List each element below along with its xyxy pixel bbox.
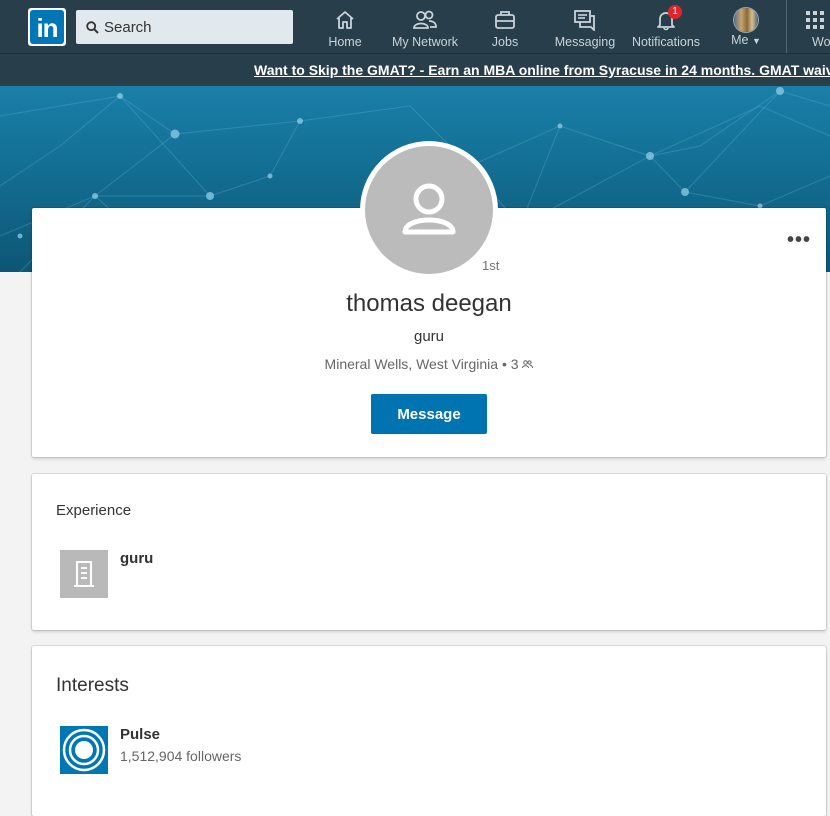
linkedin-logo[interactable]: in bbox=[30, 10, 64, 44]
grid-icon bbox=[806, 11, 824, 29]
nav-work-label: Wo bbox=[812, 35, 830, 49]
search-icon bbox=[86, 21, 99, 34]
top-nav: in Search Home My Network Jobs Messaging… bbox=[0, 0, 830, 53]
profile-location-line: Mineral Wells, West Virginia • 3 bbox=[32, 356, 826, 372]
pulse-icon bbox=[62, 728, 106, 772]
me-label-text: Me bbox=[731, 33, 749, 47]
nav-my-network[interactable]: My Network bbox=[386, 0, 464, 53]
experience-item-title[interactable]: guru bbox=[120, 550, 153, 567]
nav-work[interactable]: Wo bbox=[800, 0, 830, 53]
nav-notifications-label: Notifications bbox=[631, 35, 701, 49]
more-options-icon[interactable]: ••• bbox=[787, 229, 811, 252]
profile-photo[interactable] bbox=[365, 146, 493, 274]
ad-link[interactable]: Want to Skip the GMAT? - Earn an MBA onl… bbox=[254, 62, 830, 78]
bullet-separator: • bbox=[501, 356, 511, 372]
nav-my-network-label: My Network bbox=[392, 35, 458, 49]
pulse-logo[interactable] bbox=[60, 726, 108, 774]
nav-jobs-label: Jobs bbox=[491, 35, 519, 49]
building-icon bbox=[74, 561, 94, 587]
nav-messaging[interactable]: Messaging bbox=[552, 0, 618, 53]
search-placeholder: Search bbox=[104, 19, 152, 36]
nav-divider bbox=[786, 0, 787, 53]
network-icon bbox=[413, 10, 437, 29]
connections-count[interactable]: 3 bbox=[511, 356, 519, 372]
nav-messaging-label: Messaging bbox=[554, 35, 616, 49]
message-button[interactable]: Message bbox=[371, 394, 487, 434]
avatar bbox=[734, 8, 758, 32]
chevron-down-icon: ▼ bbox=[751, 36, 761, 46]
interests-title: Interests bbox=[56, 675, 129, 696]
nav-me[interactable]: Me ▼ bbox=[722, 0, 770, 53]
experience-title: Experience bbox=[56, 502, 132, 519]
search-input[interactable]: Search bbox=[76, 10, 293, 44]
nav-home-label: Home bbox=[328, 35, 362, 49]
person-placeholder-icon bbox=[402, 183, 456, 235]
messaging-icon bbox=[574, 10, 595, 31]
briefcase-icon bbox=[495, 11, 515, 29]
home-icon bbox=[336, 11, 354, 29]
ad-banner: Want to Skip the GMAT? - Earn an MBA onl… bbox=[0, 53, 830, 87]
profile-location: Mineral Wells, West Virginia bbox=[324, 356, 499, 372]
profile-headline: guru bbox=[413, 328, 445, 345]
connections-icon bbox=[522, 360, 534, 369]
company-logo[interactable] bbox=[60, 550, 108, 598]
nav-home[interactable]: Home bbox=[318, 0, 372, 53]
nav-me-label: Me ▼ bbox=[722, 33, 770, 47]
nav-jobs[interactable]: Jobs bbox=[480, 0, 530, 53]
interest-item-followers: 1,512,904 followers bbox=[120, 748, 242, 764]
interest-item-title[interactable]: Pulse bbox=[120, 726, 160, 743]
notification-badge: 1 bbox=[668, 5, 682, 19]
nav-notifications[interactable]: 1 Notifications bbox=[626, 0, 706, 53]
profile-name: thomas deegan bbox=[346, 290, 512, 317]
connection-degree: 1st bbox=[482, 258, 500, 273]
